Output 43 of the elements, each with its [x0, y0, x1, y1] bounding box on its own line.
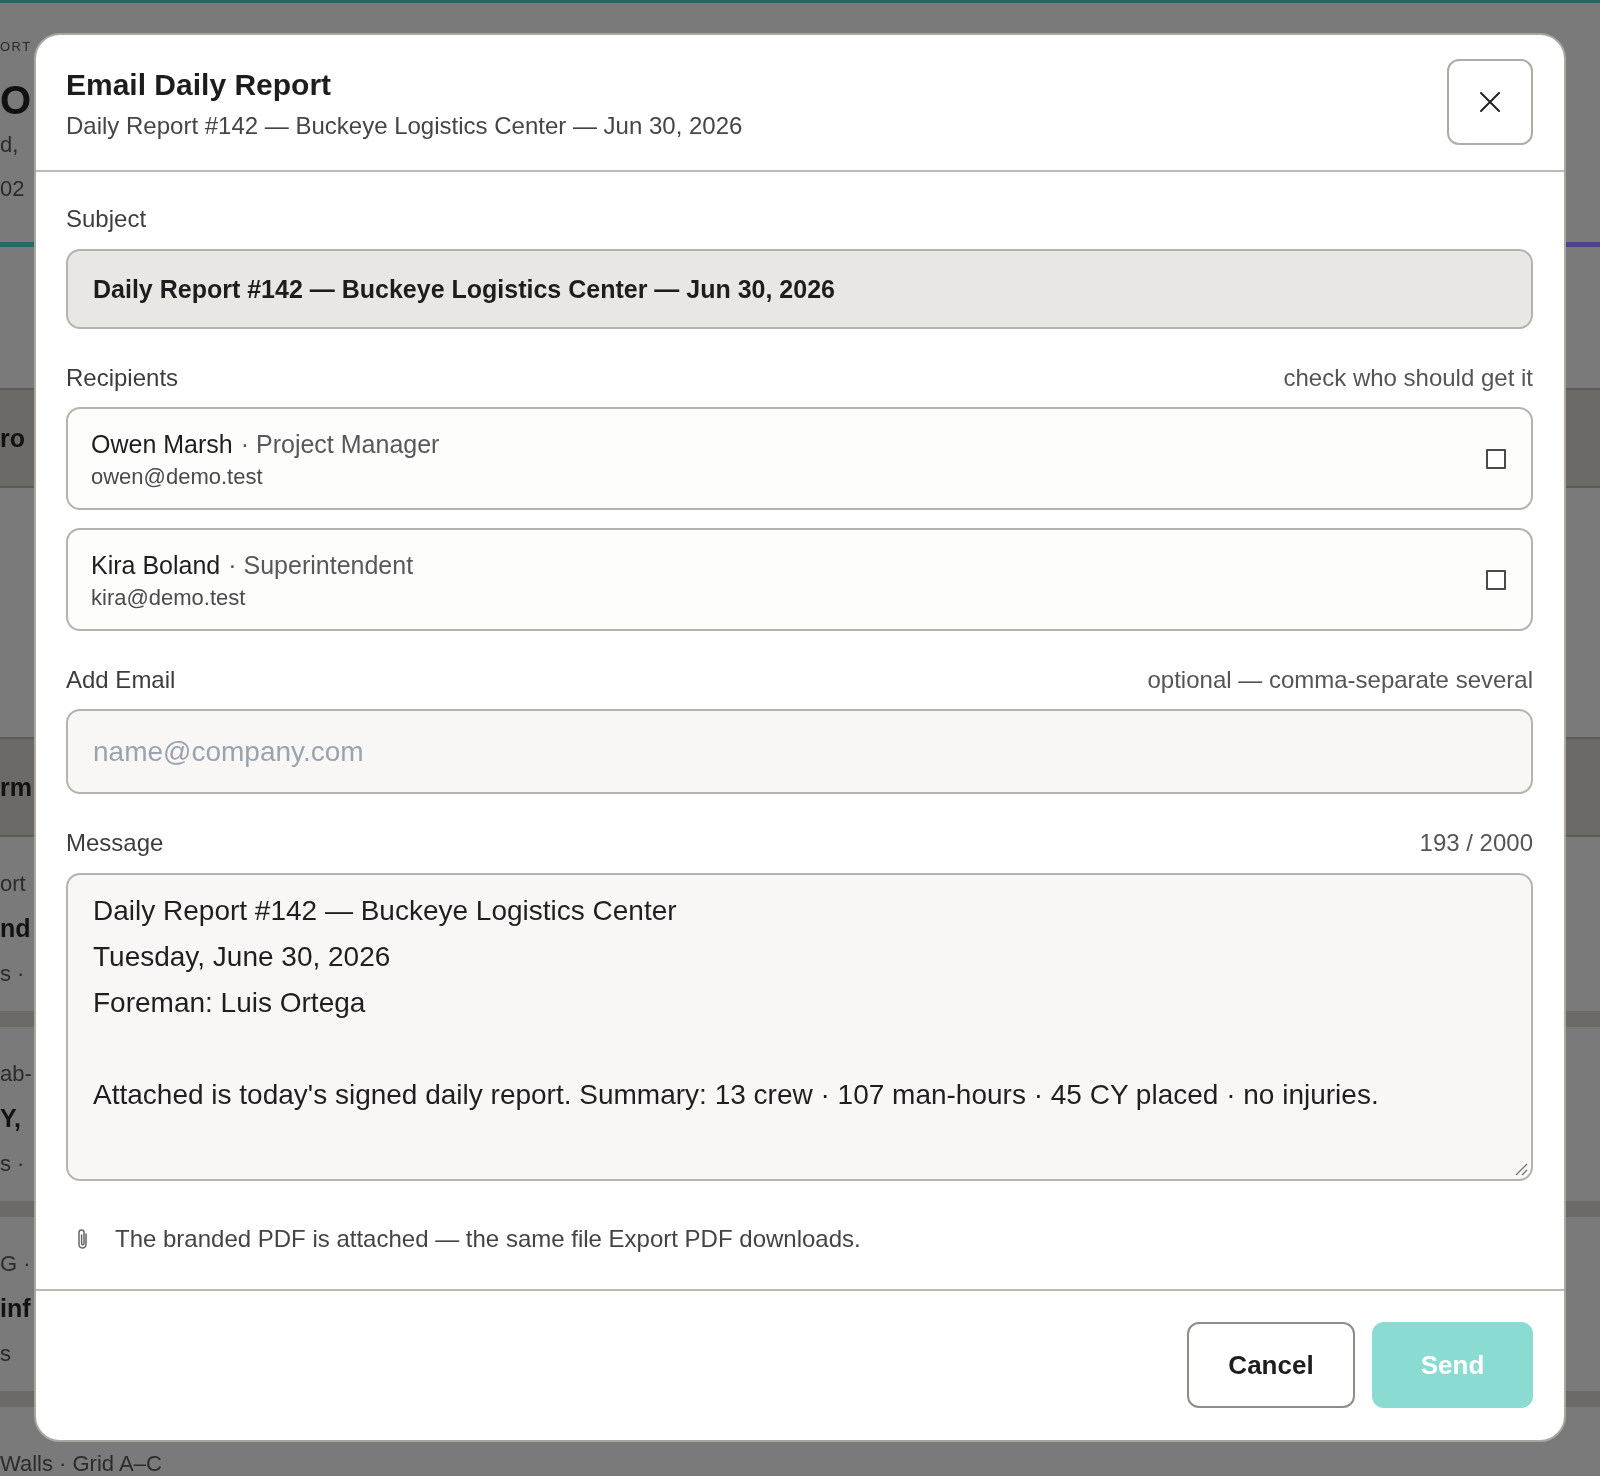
- recipient-name: Kira Boland: [91, 549, 221, 581]
- backdrop-text: rm: [0, 772, 32, 801]
- backdrop-text: ro: [0, 423, 25, 452]
- paperclip-icon: [75, 1227, 90, 1251]
- backdrop-text: ort: [0, 871, 26, 896]
- recipient-email: kira@demo.test: [91, 584, 247, 611]
- backdrop-text: s ·: [0, 961, 25, 986]
- recipient-role: · Project Manager: [240, 428, 440, 460]
- backdrop-text: G ·: [0, 1251, 31, 1276]
- checkbox[interactable]: [1486, 569, 1506, 590]
- backdrop-text: O: [0, 78, 32, 122]
- field-hint: check who should get it: [1283, 364, 1533, 392]
- field-label: Message: [66, 829, 164, 857]
- field-label: Recipients: [66, 364, 179, 392]
- close-icon: [1479, 91, 1501, 113]
- backdrop-text: s: [0, 1341, 11, 1366]
- backdrop-text: Walls · Grid A–C: [0, 1451, 162, 1476]
- backdrop-text: inf: [0, 1294, 31, 1322]
- checkbox[interactable]: [1486, 448, 1506, 469]
- dialog-title: Email Daily Report: [66, 67, 333, 103]
- subject-field[interactable]: Daily Report #142 — Buckeye Logistics Center — Jun 30, 2026: [66, 249, 1533, 329]
- recipient-card[interactable]: Kira Boland · Superintendent kira@demo.test: [66, 528, 1533, 631]
- backdrop-text: ab-: [0, 1061, 32, 1086]
- backdrop-text: d,: [0, 132, 19, 157]
- backdrop-text: s ·: [0, 1151, 25, 1176]
- attachment-note: The branded PDF is attached — the same file Export PDF downloads.: [115, 1224, 861, 1254]
- resize-handle-icon[interactable]: [1514, 1162, 1528, 1176]
- field-label: Subject: [66, 205, 147, 233]
- backdrop-text: 02: [0, 176, 25, 201]
- field-label: Add Email: [66, 666, 176, 694]
- backdrop-text: Y,: [0, 1104, 21, 1132]
- backdrop-text: ORT: [0, 39, 32, 54]
- recipient-role: · Superintendent: [228, 549, 414, 581]
- recipient-email: owen@demo.test: [91, 463, 264, 490]
- backdrop-text: nd: [0, 914, 31, 942]
- recipient-card[interactable]: Owen Marsh · Project Manager owen@demo.test: [66, 407, 1533, 510]
- character-counter: 193 / 2000: [1419, 829, 1533, 857]
- message-field[interactable]: Daily Report #142 — Buckeye Logistics Center Tuesday, June 30, 2026 Foreman: Luis Ortega Attached is today's signed daily report. Summary: 13 crew · 107 man-hours · 45 CY placed · no injuries.: [66, 873, 1533, 1181]
- recipient-name: Owen Marsh: [91, 428, 233, 460]
- dialog-subtitle: Daily Report #142 — Buckeye Logistics Center — Jun 30, 2026: [66, 111, 743, 141]
- cancel-button[interactable]: Cancel: [1187, 1322, 1355, 1408]
- email-field[interactable]: name@company.com: [66, 709, 1533, 794]
- field-hint: optional — comma-separate several: [1147, 666, 1533, 694]
